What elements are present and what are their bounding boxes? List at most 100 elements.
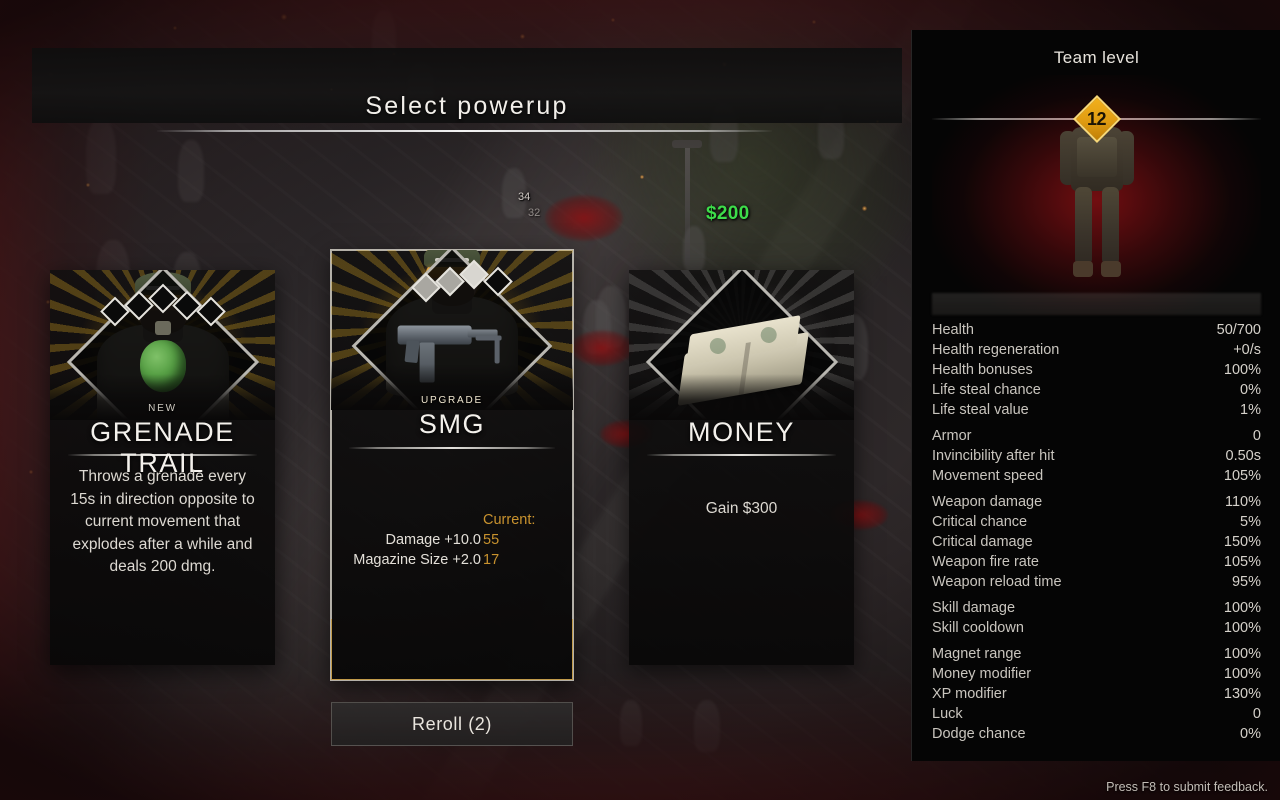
stat-key: Weapon reload time [932,574,1062,590]
stat-key: Life steal value [932,402,1029,418]
stat-row: Skill damage 100% [932,600,1261,620]
money-pickup-label: $200 [706,203,750,224]
stat-list: Health 50/700 Health regeneration +0/s H… [932,322,1261,746]
stat-value: 50/700 [1216,322,1261,338]
stat-key: Luck [932,706,963,722]
stat-value: 0% [1240,382,1261,398]
card-tag-new: NEW [148,403,177,414]
stat-row: XP modifier 130% [932,686,1261,706]
stat-key: Skill damage [932,600,1016,616]
card-art [629,270,854,420]
stat-key: Health regeneration [932,342,1060,358]
stat-value: 110% [1224,494,1261,510]
rank-pip [147,283,178,314]
rank-pip [482,266,513,297]
game-screen: 34 32 $200 Select powerup [0,0,1280,800]
team-level-value: 12 [1086,109,1107,129]
stat-row: Life steal chance 0% [932,382,1261,402]
card-tag-upgrade: UPGRADE [420,395,484,406]
stat-row: Weapon damage 110% [932,494,1261,514]
stat-key: Magnet range [932,646,1022,662]
stat-row: Movement speed 105% [932,468,1261,488]
grenade-cap-icon [154,321,171,335]
card-description: Gain $300 [705,500,778,517]
card-title: SMG [418,409,486,439]
stat-key: Skill cooldown [932,620,1024,636]
team-level-badge: 12 [1072,94,1121,144]
stats-current-header: Current: [483,512,536,528]
card-description: Throws a grenade every 15s in direction … [70,468,255,575]
powerup-card-smg[interactable]: UPGRADE SMG Current: Damage +10.0 55 Mag… [330,249,574,681]
card-art [331,250,573,410]
stat-key: XP modifier [932,686,1007,702]
stat-value: 0 [1252,428,1261,444]
stat-key: Critical chance [932,514,1028,530]
stat-key: Invincibility after hit [932,448,1055,464]
stat-row: Health 50/700 [932,322,1261,342]
card-art [50,270,275,420]
stat-row: Invincibility after hit 0.50s [932,448,1261,468]
stat-value: +0/s [1233,342,1261,358]
rank-pip [434,266,465,297]
card-divider [647,454,836,456]
powerup-card-grenade-trail[interactable]: NEW GRENADE TRAIL Throws a grenade every… [50,270,275,665]
stat-key: Armor [932,428,972,444]
stat-value: 1% [1240,402,1261,418]
reroll-button[interactable]: Reroll (2) [331,702,573,746]
card-title: MONEY [687,417,795,447]
stat-row: Critical damage 150% [932,534,1261,554]
rank-pip [410,272,441,303]
stat-value: 95% [1231,574,1261,590]
upgrade-stat-label: Magazine Size +2.0 [353,552,481,568]
upgrade-stat-value: 55 [483,532,500,548]
feedback-hint: Press F8 to submit feedback. [1106,780,1268,794]
panel-title: Team level [1053,48,1140,67]
stat-value: 100% [1223,600,1261,616]
stat-row: Magnet range 100% [932,646,1261,666]
stat-key: Weapon fire rate [932,554,1039,570]
character-ground-shadow [932,293,1261,315]
rank-pip [195,296,226,327]
stat-row: Dodge chance 0% [932,726,1261,746]
upgrade-stat-label: Damage +10.0 [385,532,481,548]
header-divider [157,130,772,132]
stat-row: Health bonuses 100% [932,362,1261,382]
rank-pips [99,283,226,327]
card-divider [349,447,555,449]
stat-key: Critical damage [932,534,1033,550]
stats-panel: Team level 12 Health 50/700 Health regen… [911,30,1280,761]
stat-key: Dodge chance [932,726,1026,742]
stat-value: 100% [1223,620,1261,636]
stat-row: Health regeneration +0/s [932,342,1261,362]
rank-pip [123,290,154,321]
stat-value: 5% [1240,514,1261,530]
stat-key: Life steal chance [932,382,1041,398]
stat-key: Weapon damage [932,494,1043,510]
stat-row: Luck 0 [932,706,1261,726]
stat-value: 100% [1223,666,1261,682]
upgrade-stat-value: 17 [483,552,500,568]
rank-pip [99,296,130,327]
card-selected-edge [331,619,573,680]
stat-row: Critical chance 5% [932,514,1261,534]
stat-key: Money modifier [932,666,1032,682]
stat-value: 0% [1240,726,1261,742]
stat-value: 100% [1223,362,1261,378]
stat-row: Money modifier 100% [932,666,1261,686]
rank-pip [171,290,202,321]
stat-value: 0.50s [1225,448,1261,464]
card-divider [68,454,257,456]
stat-value: 100% [1223,646,1261,662]
stat-value: 150% [1223,534,1261,550]
powerup-card-money[interactable]: MONEY Gain $300 [629,270,854,665]
stat-key: Movement speed [932,468,1044,484]
page-title: Select powerup [365,92,569,120]
stat-row: Weapon fire rate 105% [932,554,1261,574]
rank-pip [458,259,489,290]
stat-row: Armor 0 [932,428,1261,448]
stat-value: 130% [1223,686,1261,702]
stat-value: 105% [1223,468,1261,484]
stat-key: Health [932,322,974,338]
stat-value: 105% [1223,554,1261,570]
stat-row: Weapon reload time 95% [932,574,1261,594]
